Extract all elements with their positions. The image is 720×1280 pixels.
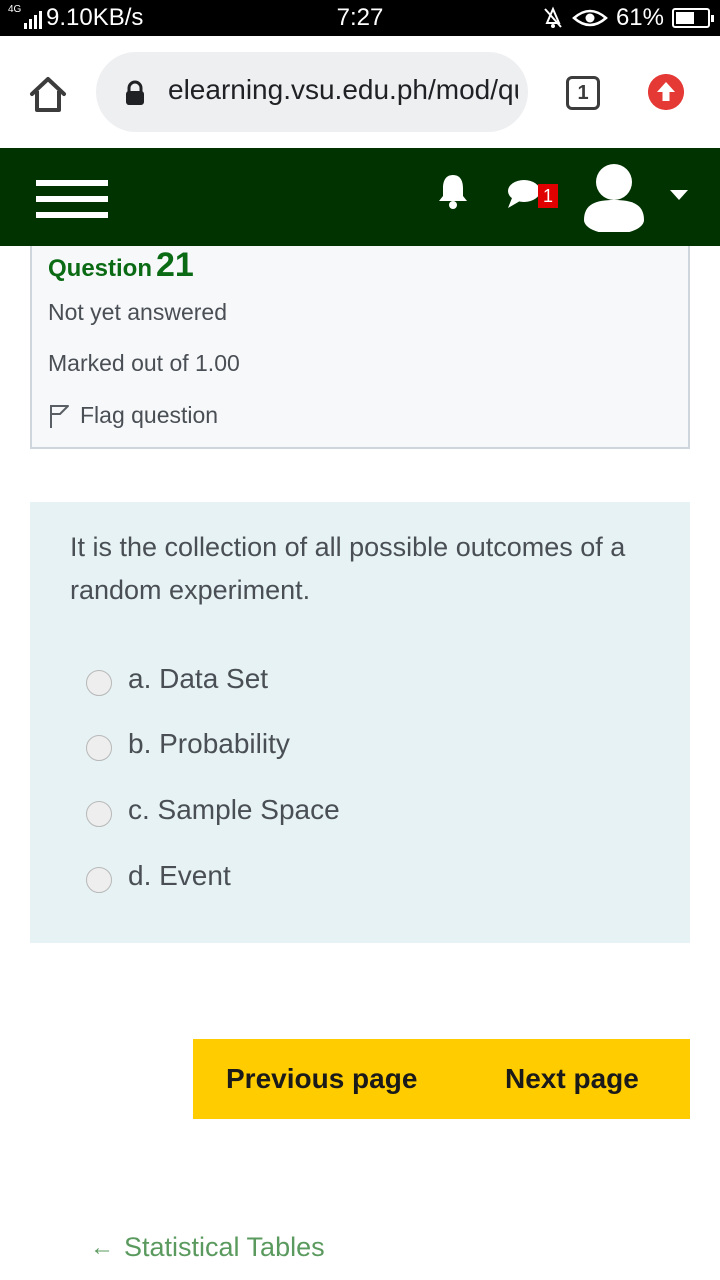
status-bar: 4G 9.10KB/s 7:27 61% <box>0 0 720 36</box>
home-icon[interactable] <box>28 74 68 114</box>
menu-icon[interactable] <box>36 180 108 228</box>
option-label: c. Sample Space <box>128 794 340 825</box>
previous-activity-link[interactable]: ← Statistical Tables <box>90 1232 325 1263</box>
radio-button[interactable] <box>86 867 112 893</box>
previous-activity-label: Statistical Tables <box>124 1232 325 1262</box>
avatar-icon[interactable] <box>580 162 648 232</box>
next-page-button[interactable]: Next page <box>505 1063 639 1095</box>
flag-question-label: Flag question <box>80 402 219 428</box>
page-navigation: Previous page Next page <box>193 1039 690 1119</box>
flag-question-link[interactable]: Flag question <box>48 402 218 429</box>
question-text: It is the collection of all possible out… <box>70 532 626 605</box>
option-label: d. Event <box>128 860 231 891</box>
radio-button[interactable] <box>86 735 112 761</box>
question-state: Not yet answered <box>48 299 227 325</box>
question-content: It is the collection of all possible out… <box>30 502 690 943</box>
lock-icon <box>126 80 144 105</box>
previous-page-button[interactable]: Previous page <box>226 1063 417 1095</box>
arrow-left-icon: ← <box>90 1233 114 1261</box>
question-label: Question <box>48 255 153 282</box>
option-label: a. Data Set <box>128 663 269 694</box>
alarm-off-icon <box>544 6 562 28</box>
battery-percent: 61% <box>615 4 664 31</box>
bell-icon[interactable] <box>436 172 470 210</box>
battery-fill <box>676 12 695 24</box>
chat-icon[interactable] <box>506 178 542 210</box>
site-navbar: 1 <box>0 148 720 246</box>
answer-option-a[interactable]: a. Data Set <box>86 662 268 696</box>
message-badge: 1 <box>538 184 558 208</box>
flag-icon <box>50 404 69 428</box>
radio-button[interactable] <box>86 670 112 696</box>
question-info-panel: Question 21 Not yet answered Marked out o… <box>30 246 690 449</box>
browser-toolbar: elearning.vsu.edu.ph/mod/quiz/attempt.ph… <box>0 36 720 148</box>
tabs-button[interactable]: 1 <box>566 76 600 110</box>
question-number: 21 <box>156 246 194 284</box>
answer-option-c[interactable]: c. Sample Space <box>86 793 340 827</box>
battery-icon <box>672 8 714 28</box>
option-label: b. Probability <box>128 728 290 759</box>
answer-option-d[interactable]: d. Event <box>86 859 231 893</box>
address-bar[interactable]: elearning.vsu.edu.ph/mod/quiz/attempt.ph… <box>96 52 528 132</box>
radio-button[interactable] <box>86 801 112 827</box>
upload-icon[interactable] <box>648 74 684 110</box>
question-grade: Marked out of 1.00 <box>48 350 240 376</box>
question-heading: Question 21 <box>48 246 194 285</box>
status-right: 61% <box>542 4 714 32</box>
chevron-down-icon[interactable] <box>670 190 688 200</box>
eye-icon <box>572 9 608 27</box>
url-text[interactable]: elearning.vsu.edu.ph/mod/quiz/attempt.ph… <box>168 74 518 106</box>
answer-option-b[interactable]: b. Probability <box>86 727 290 761</box>
